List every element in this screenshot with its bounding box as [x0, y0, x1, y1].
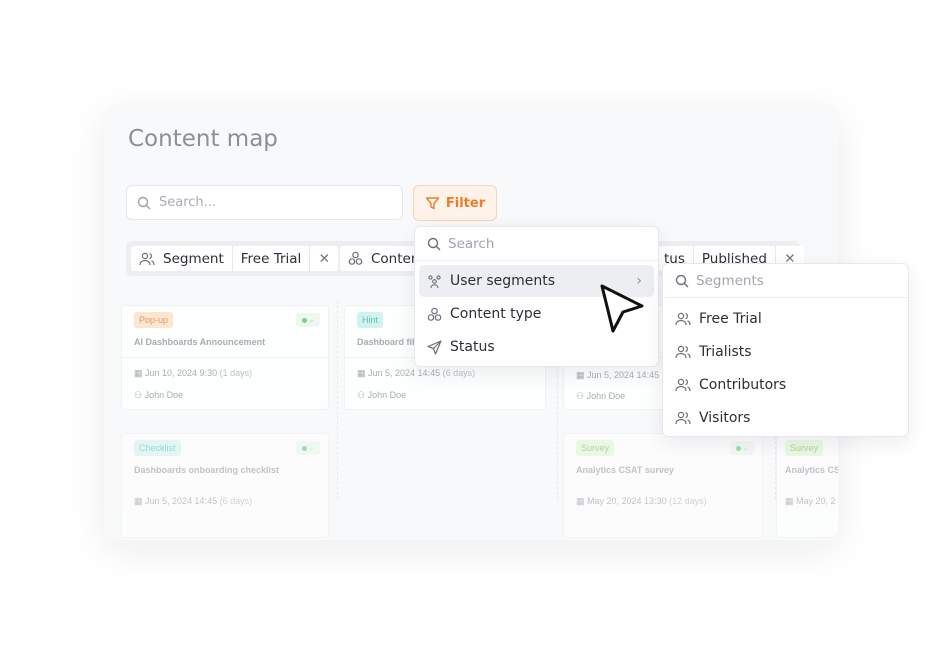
menu-item-label: Content type — [450, 306, 542, 322]
menu-item-user-segments[interactable]: User segments › — [419, 265, 654, 297]
card-date: ▦ Jun 5, 2024 14:45 (6 days) — [357, 368, 476, 378]
card-date: ▦ May 20, 2 — [785, 496, 836, 506]
content-card[interactable]: Survey ⌄ Analytics CSAT survey ▦ May 20,… — [563, 433, 763, 538]
filter-icon — [425, 196, 440, 211]
search-placeholder: Segments — [696, 272, 764, 289]
users-icon — [675, 378, 691, 392]
status-toggle[interactable]: ⌄ — [730, 441, 754, 455]
filter-menu-search[interactable]: Search — [415, 227, 658, 261]
segment-label: Contributors — [699, 377, 787, 393]
type-badge: Checklist — [134, 440, 181, 456]
type-badge: Pop-up — [134, 312, 174, 328]
type-badge: Hint — [357, 312, 384, 328]
segment-option[interactable]: Free Trial — [667, 303, 904, 335]
card-date: ▦ Jun 5, 2024 14:45 — [576, 370, 660, 380]
content-type-icon — [427, 307, 442, 322]
content-card[interactable]: Checklist ⌄ Dashboards onboarding checkl… — [121, 433, 329, 538]
content-card[interactable]: Pop-up ⌄ AI Dashboards Announcement ▦ Ju… — [121, 305, 329, 410]
users-icon — [675, 312, 691, 326]
card-author: ⚇ John Doe — [576, 391, 626, 401]
segment-option[interactable]: Trialists — [667, 336, 904, 368]
filter-chip-segment[interactable]: Segment Free Trial ✕ — [131, 246, 339, 271]
segments-submenu: Segments Free Trial Trialists Contributo… — [662, 263, 909, 437]
status-toggle[interactable]: ⌄ — [296, 441, 320, 455]
segment-label: Visitors — [699, 410, 751, 426]
menu-item-label: Status — [450, 339, 495, 355]
users-icon — [675, 411, 691, 425]
chip-field-label: Conten — [371, 250, 420, 267]
card-title: Dashboards onboarding checklist — [134, 465, 280, 475]
page-title: Content map — [128, 126, 278, 152]
card-title: Dashboard filt — [357, 337, 418, 347]
filter-menu: Search User segments › Content type Stat… — [414, 226, 659, 367]
segment-label: Free Trial — [699, 311, 762, 327]
search-icon — [427, 237, 441, 250]
card-author: ⚇ John Doe — [134, 390, 184, 400]
users-icon — [675, 345, 691, 359]
card-date: ▦ May 20, 2024 13:30 (12 days) — [576, 496, 707, 506]
card-date: ▦ Jun 10, 2024 9:30 (1 days) — [134, 368, 253, 378]
search-placeholder: Search... — [159, 195, 217, 210]
search-placeholder: Search — [448, 235, 495, 252]
search-input[interactable]: Search... — [126, 185, 403, 220]
type-badge: Survey — [576, 440, 615, 456]
chip-field: Segment — [131, 246, 233, 271]
search-icon — [137, 196, 151, 210]
segment-option[interactable]: Visitors — [667, 402, 904, 434]
segment-option[interactable]: Contributors — [667, 369, 904, 401]
segment-label: Trialists — [699, 344, 752, 360]
status-toggle[interactable]: ⌄ — [296, 313, 320, 327]
type-badge: Survey — [785, 440, 824, 456]
users-icon — [139, 252, 155, 266]
card-title: Analytics CS — [785, 465, 838, 475]
filter-label: Filter — [445, 195, 486, 211]
menu-item-content-type[interactable]: Content type — [419, 298, 654, 330]
content-card[interactable]: Survey Analytics CS ▦ May 20, 2 — [776, 433, 838, 538]
chip-field-label: Segment — [163, 250, 224, 267]
menu-item-status[interactable]: Status — [419, 331, 654, 363]
card-title: Analytics CSAT survey — [576, 465, 674, 475]
remove-filter-button[interactable]: ✕ — [310, 251, 338, 267]
chip-value: Free Trial — [233, 246, 311, 271]
segments-search[interactable]: Segments — [663, 264, 908, 298]
card-title: AI Dashboards Announcement — [134, 337, 266, 347]
filter-button[interactable]: Filter — [413, 185, 497, 221]
send-icon — [427, 339, 442, 355]
search-icon — [675, 274, 689, 287]
card-date: ▦ Jun 5, 2024 14:45 (6 days) — [134, 496, 253, 506]
card-author: ⚇ John Doe — [357, 390, 407, 400]
menu-item-label: User segments — [450, 273, 556, 289]
user-segments-icon — [427, 274, 442, 289]
chevron-right-icon: › — [636, 273, 642, 289]
content-type-icon — [348, 251, 363, 266]
